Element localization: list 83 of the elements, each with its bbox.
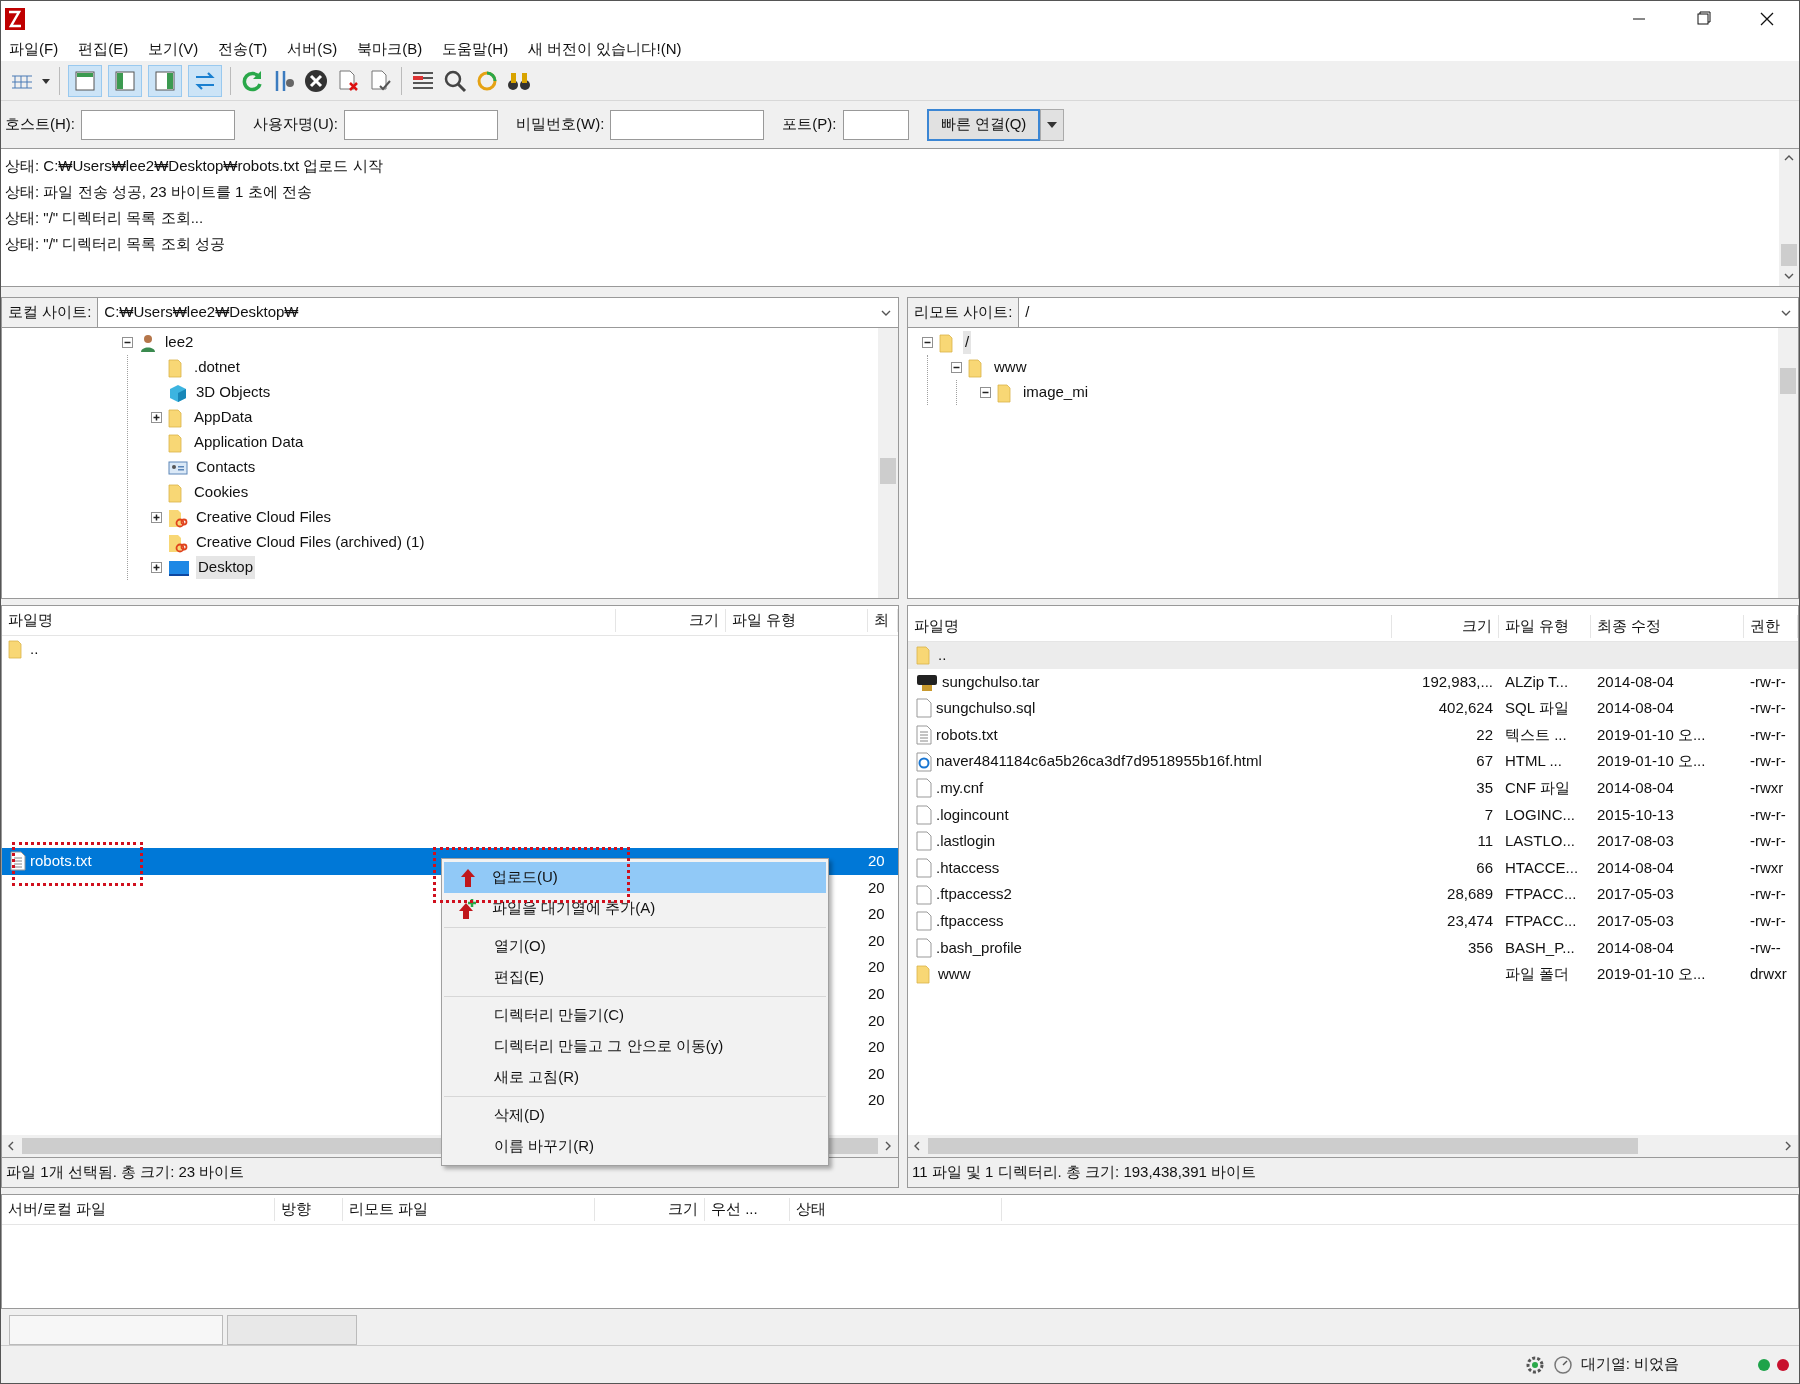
date-cell: 2017-08-03 (1597, 832, 1674, 850)
type-cell: FTPACC... (1505, 912, 1577, 929)
log-line: 상태: "/" 디렉터리 목록 조회 성공 (5, 234, 226, 254)
file-name: .. (30, 638, 39, 659)
date-cell-text: 20 (868, 851, 885, 872)
permissions-cell: -rw-r- (1750, 885, 1786, 903)
permissions-cell: drwxr (1750, 965, 1787, 983)
date-cell-text: 20 (868, 984, 885, 1004)
file-name: .ftpaccess (936, 911, 1004, 931)
file-name: robots.txt (936, 724, 998, 745)
permissions-cell: -rwxr (1750, 779, 1784, 796)
date-cell: 2014-08-04 (1597, 672, 1674, 690)
date-cell: 2014-08-04 (1597, 858, 1674, 876)
type-cell: HTML ... (1505, 752, 1562, 770)
size-cell: 67 (1476, 752, 1493, 770)
type-cell: LASTLO... (1505, 832, 1576, 850)
size-cell: 192,983,... (1422, 672, 1493, 690)
permissions-cell: -rw-r- (1750, 725, 1786, 743)
permissions-cell: -rw-r- (1750, 832, 1786, 850)
queue-status: 대기열: 비었음 (1580, 1354, 1679, 1375)
size-cell: 28,689 (1447, 885, 1493, 903)
type-cell: SQL 파일 (1505, 699, 1569, 717)
field-label: 호스트(H): (5, 114, 75, 135)
date-cell-text: 20 (868, 1063, 885, 1084)
selection-status: 파일 1개 선택됨. 총 크기: 23 바이트 (6, 1162, 245, 1183)
size-cell: 22 (1476, 725, 1493, 743)
log-line: 상태: "/" 디렉터리 목록 조회... (5, 208, 205, 228)
type-cell: LOGINC... (1505, 805, 1575, 823)
type-cell: HTACCE... (1505, 858, 1579, 876)
type-cell: FTPACC... (1505, 885, 1577, 903)
file-name: sungchulso.sql (936, 698, 1036, 719)
log-line: 상태: 파일 전송 성공, 23 바이트를 1 초에 전송 (5, 182, 313, 202)
date-cell: 2015-10-13 (1597, 805, 1674, 823)
file-name: .logincount (936, 804, 1009, 825)
date-cell-text: 20 (868, 1037, 885, 1058)
file-name: www (938, 964, 971, 985)
date-cell: 2014-08-04 (1597, 699, 1674, 717)
date-cell-text: 20 (868, 930, 885, 951)
permissions-cell: -rwxr (1750, 858, 1784, 876)
directory-status: 11 파일 및 1 디렉터리. 총 크기: 193,438,391 바이트 (912, 1162, 1256, 1183)
type-cell: 파일 폴더 (1505, 965, 1570, 983)
file-name: naver4841184c6a5b26ca3df7d9518955b16f.html (936, 751, 1262, 772)
type-cell: 텍스트 ... (1505, 725, 1567, 743)
permissions-cell: -rw-- (1750, 938, 1781, 956)
size-cell: 11 (1477, 832, 1493, 850)
permissions-cell: -rw-r- (1750, 912, 1786, 929)
file-name: .my.cnf (936, 778, 984, 798)
file-name: .htaccess (936, 857, 1000, 878)
date-cell: 2019-01-10 오... (1597, 965, 1706, 983)
date-cell-text: 20 (868, 957, 885, 978)
date-cell: 2014-08-04 (1597, 938, 1674, 956)
field-label: 사용자명(U): (253, 114, 338, 135)
type-cell: BASH_P... (1505, 938, 1575, 956)
size-cell: 356 (1467, 938, 1493, 956)
date-cell: 2014-08-04 (1597, 779, 1674, 796)
file-name: .. (938, 645, 947, 666)
permissions-cell: -rw-r- (1750, 672, 1786, 690)
permissions-cell: -rw-r- (1750, 752, 1786, 770)
date-cell-text: 20 (868, 904, 885, 925)
size-cell: 402,624 (1438, 699, 1493, 717)
size-cell: 66 (1476, 858, 1493, 876)
date-cell: 2019-01-10 오... (1597, 725, 1706, 743)
field-label: 포트(P): (782, 114, 837, 135)
size-cell: 23,474 (1447, 912, 1493, 929)
date-cell: 2019-01-10 오... (1597, 752, 1706, 770)
size-cell: 35 (1476, 779, 1493, 796)
file-name: .lastlogin (936, 831, 996, 852)
type-cell: CNF 파일 (1505, 779, 1570, 796)
date-cell-text: 20 (868, 1090, 885, 1111)
date-cell-text: 20 (868, 877, 885, 898)
date-cell-text: 20 (868, 1010, 885, 1031)
field-label: 비밀번호(W): (516, 114, 605, 135)
permissions-cell: -rw-r- (1750, 699, 1786, 717)
log-line: 상태: C:₩Users₩lee2₩Desktop₩robots.txt 업로드 시작 (5, 156, 384, 176)
date-cell: 2017-05-03 (1597, 885, 1674, 903)
type-cell: ALZip T... (1505, 672, 1569, 690)
permissions-cell: -rw-r- (1750, 805, 1786, 823)
size-cell: 7 (1484, 805, 1493, 823)
file-name: sungchulso.tar (942, 671, 1040, 692)
file-name: robots.txt (30, 851, 92, 872)
date-cell: 2017-05-03 (1597, 912, 1674, 929)
file-name: .bash_profile (936, 937, 1022, 958)
file-name: .ftpaccess2 (936, 884, 1012, 905)
